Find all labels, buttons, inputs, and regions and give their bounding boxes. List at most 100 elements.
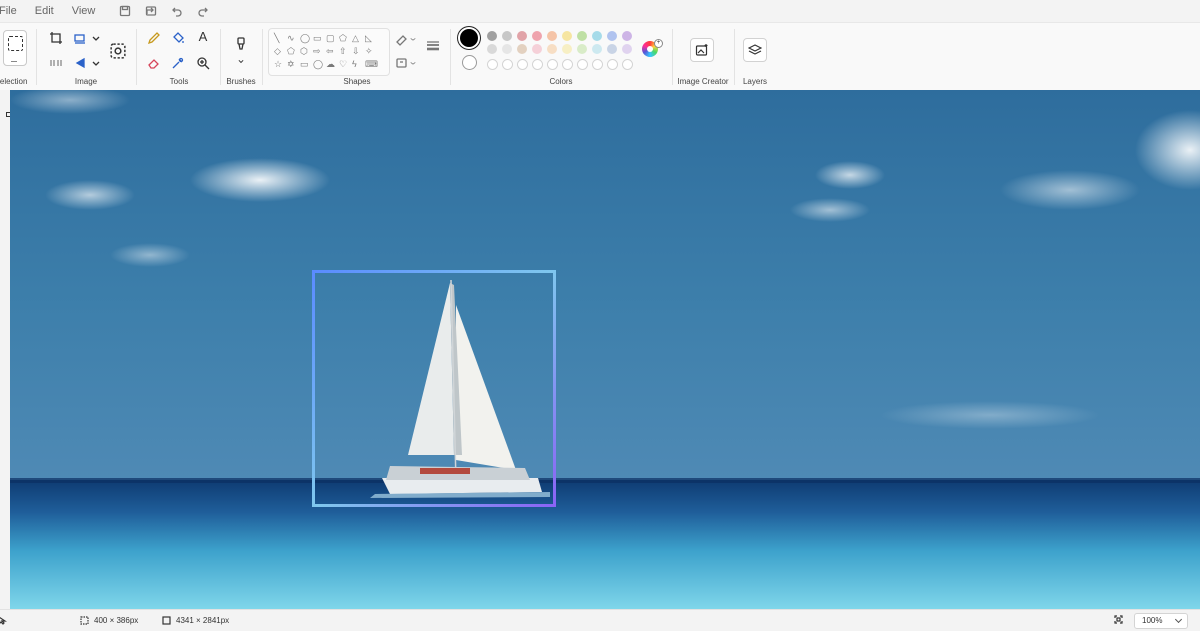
background-removal-icon[interactable] xyxy=(110,43,126,59)
resize-icon[interactable] xyxy=(73,31,87,45)
stroke-size-icon[interactable] xyxy=(426,39,440,53)
color-swatch[interactable] xyxy=(622,31,632,41)
color-swatch[interactable] xyxy=(592,31,602,41)
color-swatch[interactable] xyxy=(502,31,512,41)
pentagon-shape-icon[interactable]: ⬠ xyxy=(287,46,295,56)
callout-rect-shape-icon[interactable]: ▭ xyxy=(300,59,309,69)
canvas-image[interactable] xyxy=(10,90,1200,609)
color-swatch[interactable] xyxy=(577,44,587,54)
custom-color-slot[interactable] xyxy=(547,59,558,70)
selection-size-icon xyxy=(80,616,89,625)
color-swatch[interactable] xyxy=(622,44,632,54)
color-swatch[interactable] xyxy=(562,44,572,54)
oval-shape-icon[interactable]: ◯ xyxy=(300,33,310,43)
down-arrow-shape-icon[interactable]: ⇩ xyxy=(352,46,360,56)
primary-color-swatch[interactable] xyxy=(460,29,478,47)
color-picker-icon[interactable] xyxy=(171,56,185,70)
color-swatch[interactable] xyxy=(487,31,497,41)
color-swatch[interactable] xyxy=(547,31,557,41)
pencil-icon[interactable] xyxy=(147,31,161,45)
custom-color-slot[interactable] xyxy=(592,59,603,70)
rounded-rectangle-shape-icon[interactable]: ▢ xyxy=(326,33,335,43)
menu-view[interactable]: View xyxy=(72,5,96,17)
polygon-shape-icon[interactable]: ⬠ xyxy=(339,33,347,43)
heart-shape-icon[interactable]: ♡ xyxy=(339,59,347,69)
share-icon[interactable] xyxy=(145,5,157,17)
fill-style-icon[interactable] xyxy=(395,56,409,70)
callout-cloud-shape-icon[interactable]: ☁ xyxy=(326,59,335,69)
brush-icon[interactable] xyxy=(234,37,248,51)
color-swatch[interactable] xyxy=(532,44,542,54)
color-swatch[interactable] xyxy=(517,31,527,41)
eraser-icon[interactable] xyxy=(147,56,161,70)
chevron-down-icon[interactable] xyxy=(89,56,103,70)
image-creator-icon xyxy=(695,44,708,56)
chevron-down-icon[interactable] xyxy=(236,53,246,64)
triangle-shape-icon[interactable]: △ xyxy=(352,33,359,43)
selection-rectangle[interactable] xyxy=(312,270,556,507)
save-icon[interactable] xyxy=(119,5,131,17)
color-swatch[interactable] xyxy=(592,44,602,54)
custom-color-slot[interactable] xyxy=(622,59,633,70)
hexagon-shape-icon[interactable]: ⬡ xyxy=(300,46,308,56)
magnifier-icon[interactable] xyxy=(196,56,210,70)
four-point-star-shape-icon[interactable]: ✧ xyxy=(365,46,373,56)
status-bar: 400 × 386px 4341 × 2841px 100% xyxy=(0,609,1200,631)
six-point-star-shape-icon[interactable]: ✡ xyxy=(287,59,295,69)
outline-style-icon[interactable] xyxy=(395,32,409,46)
menu-edit[interactable]: Edit xyxy=(35,5,54,17)
chevron-down-icon[interactable] xyxy=(409,32,417,46)
custom-color-slot[interactable] xyxy=(562,59,573,70)
color-swatch[interactable] xyxy=(547,44,557,54)
custom-color-slot[interactable] xyxy=(517,59,528,70)
curve-shape-icon[interactable]: ∿ xyxy=(287,33,295,43)
chevron-down-icon[interactable] xyxy=(89,31,103,45)
layers-button[interactable] xyxy=(743,38,767,62)
image-creator-button[interactable] xyxy=(690,38,714,62)
diamond-shape-icon[interactable]: ◇ xyxy=(274,46,281,56)
canvas-size-value: 4341 × 2841px xyxy=(176,616,230,625)
group-selection: Selection xyxy=(0,23,34,91)
lightning-shape-icon[interactable]: ϟ xyxy=(352,59,357,69)
color-swatch[interactable] xyxy=(532,31,542,41)
secondary-color-swatch[interactable] xyxy=(462,55,477,70)
custom-color-slot[interactable] xyxy=(577,59,588,70)
shapes-gallery[interactable]: ╲ ∿ ◯ ▭ ▢ ⬠ △ ◺ ◇ ⬠ ⬡ ⇨ ⇦ ⇧ ⇩ ✧ ☆ ✡ ▭ ◯ … xyxy=(268,28,390,76)
color-swatch[interactable] xyxy=(577,31,587,41)
custom-color-slot[interactable] xyxy=(487,59,498,70)
color-swatch[interactable] xyxy=(607,44,617,54)
shape-more-icon[interactable]: ⌨ xyxy=(365,59,378,69)
custom-color-slot[interactable] xyxy=(502,59,513,70)
color-swatch[interactable] xyxy=(562,31,572,41)
cursor-icon xyxy=(0,616,7,625)
line-shape-icon[interactable]: ╲ xyxy=(274,33,279,43)
custom-color-slot[interactable] xyxy=(607,59,618,70)
redo-icon[interactable] xyxy=(197,5,209,17)
color-swatch[interactable] xyxy=(487,44,497,54)
custom-color-slot[interactable] xyxy=(532,59,543,70)
callout-oval-shape-icon[interactable]: ◯ xyxy=(313,59,323,69)
rectangle-shape-icon[interactable]: ▭ xyxy=(313,33,322,43)
right-triangle-shape-icon[interactable]: ◺ xyxy=(365,33,372,43)
chevron-down-icon[interactable] xyxy=(409,56,417,70)
right-arrow-shape-icon[interactable]: ⇨ xyxy=(313,46,321,56)
up-arrow-shape-icon[interactable]: ⇧ xyxy=(339,46,347,56)
text-tool-icon[interactable]: A xyxy=(196,30,210,44)
menu-file[interactable]: File xyxy=(0,5,17,17)
color-swatch[interactable] xyxy=(607,31,617,41)
fit-to-window-button[interactable] xyxy=(1114,615,1123,624)
selection-button[interactable] xyxy=(3,30,27,66)
zoom-dropdown[interactable]: 100% xyxy=(1134,613,1188,629)
rotate-icon[interactable] xyxy=(73,56,87,70)
flip-icon[interactable] xyxy=(49,56,63,70)
chevron-down-icon xyxy=(11,58,17,62)
left-arrow-shape-icon[interactable]: ⇦ xyxy=(326,46,334,56)
crop-icon[interactable] xyxy=(49,31,63,45)
undo-icon[interactable] xyxy=(171,5,183,17)
canvas-size: 4341 × 2841px xyxy=(162,616,229,625)
color-swatch[interactable] xyxy=(502,44,512,54)
five-point-star-shape-icon[interactable]: ☆ xyxy=(274,59,282,69)
rect-select-icon xyxy=(8,36,23,51)
fill-icon[interactable] xyxy=(171,31,185,45)
color-swatch[interactable] xyxy=(517,44,527,54)
